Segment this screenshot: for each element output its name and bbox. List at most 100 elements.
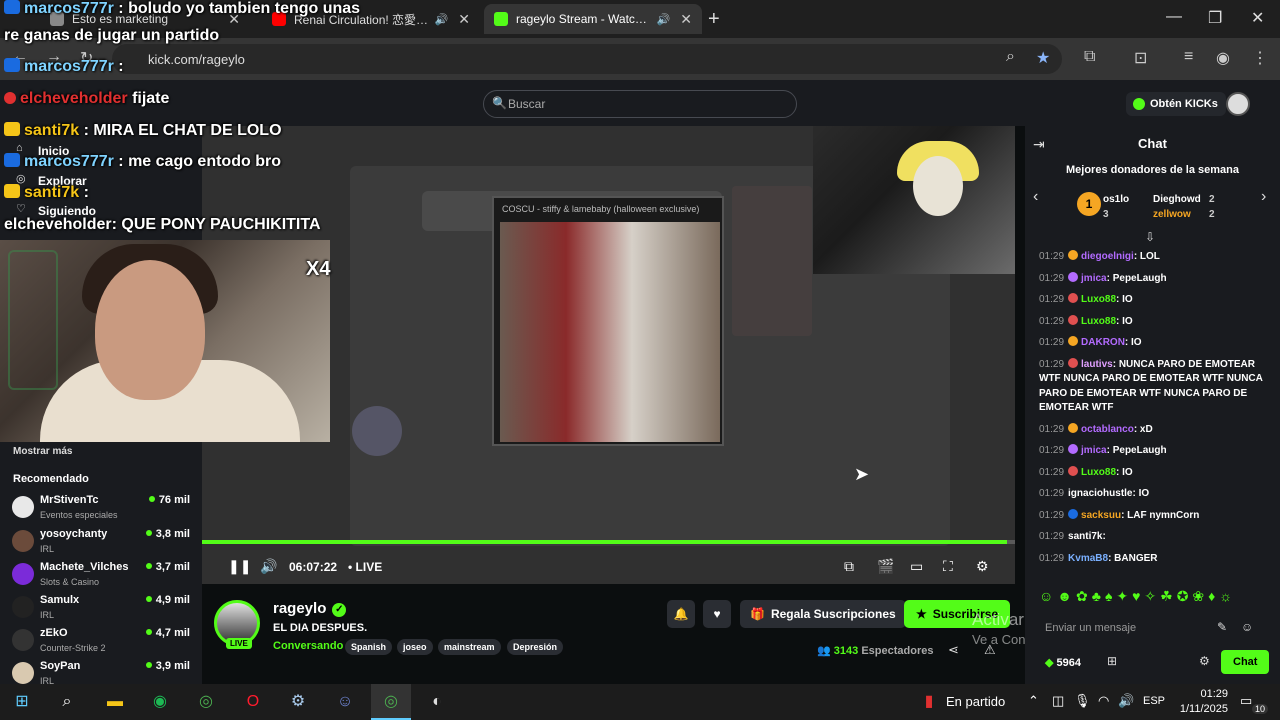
- gift-icon[interactable]: ⊞: [1107, 654, 1117, 668]
- chat-message: 01:29 KvmaB8: BANGER: [1039, 552, 1275, 567]
- overlay-username: marcos777r: [24, 58, 114, 75]
- overlay-username: marcos777r: [24, 0, 114, 17]
- picture-in-picture-icon[interactable]: ⧉: [844, 558, 854, 575]
- stream-category[interactable]: Conversando: [273, 640, 343, 652]
- chat-username[interactable]: DAKRON: [1081, 337, 1125, 348]
- recommended-item[interactable]: Samulx IRL 4,9 mil: [12, 594, 190, 626]
- overlay-chat-line: re ganas de jugar un partido: [4, 27, 219, 45]
- chat-username[interactable]: Luxo88: [1081, 294, 1116, 305]
- fullscreen-icon[interactable]: ⛶: [943, 558, 953, 575]
- chevron-right-icon[interactable]: ›: [1261, 188, 1266, 206]
- microphone-icon[interactable]: 🎙: [1074, 693, 1091, 709]
- chat-text: : IO: [1116, 294, 1133, 305]
- share-icon[interactable]: ⋖: [948, 642, 959, 658]
- chat-username[interactable]: Luxo88: [1081, 467, 1116, 478]
- chat-title: Chat: [1138, 136, 1167, 151]
- theater-mode-icon[interactable]: ▭: [910, 558, 923, 575]
- chat-username[interactable]: jmica: [1081, 273, 1107, 284]
- bookmark-star-icon[interactable]: ★: [1036, 48, 1050, 68]
- zoom-icon[interactable]: ⌕: [1006, 48, 1015, 66]
- stream-tag[interactable]: Spanish: [345, 639, 393, 655]
- overlay-message: re ganas de jugar un partido: [4, 27, 220, 44]
- chat-message-input[interactable]: Enviar un mensaje: [1035, 614, 1271, 642]
- steam-icon[interactable]: ⚙: [287, 691, 309, 713]
- media-icon[interactable]: ≡: [1184, 48, 1193, 66]
- maximize-icon[interactable]: ❐: [1208, 8, 1222, 28]
- pin-icon[interactable]: ⇩: [1145, 230, 1155, 244]
- chrome-active-icon[interactable]: ◎: [380, 691, 402, 713]
- pause-icon[interactable]: ❚❚: [228, 558, 251, 575]
- chat-username[interactable]: ignaciohustle: [1068, 488, 1132, 499]
- screenshot-icon[interactable]: ⊡: [1134, 48, 1147, 68]
- overlay-message: fijate: [132, 90, 170, 107]
- video-progress-bar[interactable]: [202, 540, 1015, 544]
- chat-timestamp: 01:29: [1039, 315, 1065, 327]
- opera-icon[interactable]: O: [242, 691, 264, 713]
- recommended-item[interactable]: Machete_Vilches Slots & Casino 3,7 mil: [12, 561, 190, 593]
- stream-tag[interactable]: mainstream: [438, 639, 501, 655]
- get-kicks-button[interactable]: Obtén KICKs: [1126, 92, 1226, 116]
- recommended-item[interactable]: yosoychanty IRL 3,8 mil: [12, 528, 190, 560]
- close-icon[interactable]: ✕: [458, 11, 470, 28]
- windows-start-icon[interactable]: ⊞: [11, 691, 33, 713]
- show-hidden-icons[interactable]: ⌃: [1028, 693, 1039, 709]
- channel-name[interactable]: rageylo: [273, 600, 326, 617]
- user-badge-icon: [1068, 422, 1079, 433]
- tab-rageylo-stream[interactable]: rageylo Stream - Watch Live 🔊 ✕: [484, 4, 702, 34]
- obs-icon[interactable]: ◐: [426, 691, 448, 713]
- discord-icon[interactable]: ☺: [334, 691, 356, 713]
- search-icon[interactable]: ⌕: [56, 691, 78, 713]
- notification-bell-button[interactable]: 🔔: [667, 600, 695, 628]
- notifications-icon[interactable]: ▭: [1240, 693, 1252, 709]
- chat-username[interactable]: jmica: [1081, 445, 1107, 456]
- speaker-icon[interactable]: 🔊: [435, 13, 449, 26]
- chat-username[interactable]: KvmaB8: [1068, 553, 1108, 564]
- widget-status-text[interactable]: En partido: [946, 694, 1005, 709]
- chevron-left-icon[interactable]: ‹: [1033, 188, 1038, 206]
- chrome-icon[interactable]: ◎: [195, 691, 217, 713]
- clip-icon[interactable]: 🎬: [877, 558, 894, 575]
- chat-username[interactable]: lautivs: [1081, 359, 1113, 370]
- kicks-balance[interactable]: ◆ 5964: [1045, 656, 1081, 669]
- new-tab-icon[interactable]: +: [708, 8, 720, 31]
- search-input[interactable]: 🔍 Buscar: [483, 90, 797, 118]
- send-chat-button[interactable]: Chat: [1221, 650, 1270, 674]
- stream-tag[interactable]: joseo: [397, 639, 433, 655]
- minimize-icon[interactable]: —: [1166, 8, 1182, 26]
- chat-username[interactable]: santi7k: [1068, 531, 1102, 542]
- stream-tag[interactable]: Depresión: [507, 639, 564, 655]
- emote-picker-icon[interactable]: ✎: [1217, 620, 1227, 634]
- chat-username[interactable]: Luxo88: [1081, 316, 1116, 327]
- tray-icon[interactable]: ◫: [1052, 693, 1064, 709]
- speaker-icon[interactable]: 🔊: [657, 13, 671, 26]
- emote-bar[interactable]: ☺☻✿♣♠✦♥✧☘✪❀♦☼: [1039, 588, 1236, 605]
- viewer-count: 4,7 mil: [145, 627, 190, 639]
- kicks-balance-value: 5964: [1056, 657, 1081, 669]
- user-avatar[interactable]: [1226, 92, 1250, 116]
- chat-username[interactable]: diegoelnigi: [1081, 251, 1134, 262]
- file-explorer-icon[interactable]: ▬: [104, 691, 126, 713]
- channel-category: Counter-Strike 2: [40, 643, 106, 653]
- settings-gear-icon[interactable]: ⚙: [976, 558, 989, 575]
- profile-icon[interactable]: ◉: [1216, 48, 1230, 68]
- wifi-icon[interactable]: ◠: [1098, 693, 1109, 709]
- menu-dots-icon[interactable]: ⋮: [1252, 48, 1268, 68]
- chat-username[interactable]: sacksuu: [1081, 510, 1121, 521]
- spotify-icon[interactable]: ◉: [149, 691, 171, 713]
- smile-icon[interactable]: ☺: [1241, 620, 1253, 634]
- url-field[interactable]: kick.com/rageylo: [112, 44, 1062, 74]
- close-window-icon[interactable]: ✕: [1251, 8, 1264, 28]
- chat-username[interactable]: octablanco: [1081, 424, 1134, 435]
- volume-icon[interactable]: 🔊: [1118, 693, 1134, 709]
- chat-settings-icon[interactable]: ⚙: [1199, 654, 1210, 668]
- gift-subs-button[interactable]: 🎁 Regala Suscripciones: [740, 600, 906, 628]
- recommended-item[interactable]: MrStivenTc Eventos especiales 76 mil: [12, 494, 190, 526]
- volume-icon[interactable]: 🔊: [260, 558, 277, 575]
- close-icon[interactable]: ✕: [680, 11, 692, 28]
- show-more-link[interactable]: Mostrar más: [13, 446, 72, 457]
- system-clock[interactable]: 01:29 1/11/2025: [1170, 687, 1228, 717]
- language-indicator[interactable]: ESP: [1143, 695, 1165, 707]
- recommended-item[interactable]: zEkO Counter-Strike 2 4,7 mil: [12, 627, 190, 659]
- extensions-icon[interactable]: ⧉: [1084, 48, 1095, 66]
- follow-heart-button[interactable]: ♥: [703, 600, 731, 628]
